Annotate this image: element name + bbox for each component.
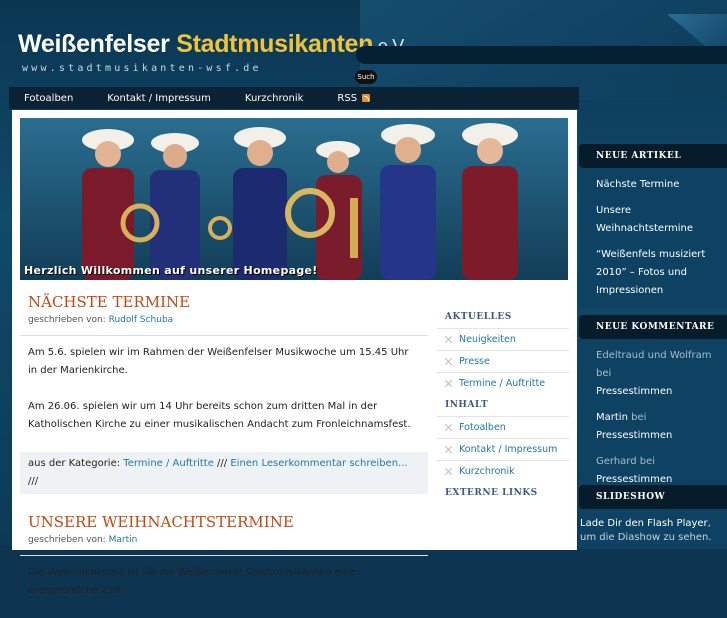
article-link[interactable]: Unsere Weihnachtstermine — [596, 202, 723, 238]
byline-label: geschrieben von: — [28, 535, 106, 545]
widget-body: Edeltraud und Wolfram bei Pressestimmen … — [579, 339, 727, 497]
category-link[interactable]: Termine / Auftritte — [123, 458, 214, 469]
widget-title: NEUE ARTIKEL — [579, 144, 727, 168]
nav-item-kontakt[interactable]: Kontakt / Impressum — [107, 93, 211, 104]
widget-body: Nächste Termine Unsere Weihnachtstermine… — [579, 168, 727, 308]
bullet-x-icon — [445, 468, 452, 475]
post-byline: geschrieben von: Martin — [20, 531, 428, 545]
post-paragraph: Am 26.06. spielen wir um 14 Uhr bereits … — [28, 401, 411, 430]
separator: /// — [28, 476, 39, 487]
comment-post-link[interactable]: Pressestimmen — [596, 427, 723, 445]
comment-author: Edeltraud und Wolfram — [596, 350, 712, 361]
sidebar-item: Neuigkeiten — [437, 328, 569, 350]
search-button[interactable]: Such — [355, 70, 377, 84]
post-byline: geschrieben von: Rudolf Schuba — [20, 311, 428, 325]
banner-caption: Herzlich Willkommen auf unserer Homepage… — [24, 264, 318, 277]
sidebar-link-kontakt[interactable]: Kontakt / Impressum — [459, 444, 557, 455]
widget-neue-kommentare: NEUE KOMMENTARE Edeltraud und Wolfram be… — [579, 315, 727, 497]
bullet-x-icon — [445, 424, 452, 431]
site-logo[interactable]: Weißenfelser Stadtmusikanten e.V. — [18, 30, 407, 59]
aktuelles-list: Neuigkeiten Presse Termine / Auftritte — [437, 328, 569, 394]
post-category-bar: aus der Kategorie: Termine / Auftritte /… — [20, 452, 428, 494]
comment-connector: bei — [639, 456, 656, 467]
comment-author[interactable]: Martin — [596, 412, 628, 423]
comment-link[interactable]: Einen Leserkommentar schreiben... — [230, 458, 407, 469]
sidebar-item: Fotoalben — [437, 416, 569, 438]
author-link[interactable]: Martin — [109, 535, 138, 545]
byline-label: geschrieben von: — [28, 315, 106, 325]
content-panel: Herzlich Willkommen auf unserer Homepage… — [12, 110, 577, 596]
sidebar-heading-externe-links: EXTERNE LINKS — [445, 488, 538, 498]
site-url: www.stadtmusikanten-wsf.de — [22, 63, 262, 74]
list-item: Unsere Weihnachtstermine — [596, 198, 723, 242]
bullet-x-icon — [445, 446, 452, 453]
post-title[interactable]: UNSERE WEIHNACHTSTERMINE — [20, 508, 428, 531]
list-item: Nächste Termine — [596, 172, 723, 198]
sidebar-link-kurzchronik[interactable]: Kurzchronik — [459, 466, 515, 477]
sidebar-link-termine[interactable]: Termine / Auftritte — [459, 378, 545, 389]
sidebar-heading-aktuelles: AKTUELLES — [445, 312, 512, 322]
comment-post-link[interactable]: Pressestimmen — [596, 383, 723, 401]
nav-item-kurzchronik[interactable]: Kurzchronik — [245, 93, 304, 104]
post: NÄCHSTE TERMINE geschrieben von: Rudolf … — [20, 288, 428, 494]
list-item: “Weißenfels musiziert 2010” – Fotos und … — [596, 242, 723, 304]
article-link[interactable]: Nächste Termine — [596, 176, 723, 194]
comment-connector: bei — [596, 368, 612, 379]
bullet-x-icon — [445, 336, 452, 343]
sidebar-link-fotoalben[interactable]: Fotoalben — [459, 422, 506, 433]
sidebar-link-presse[interactable]: Presse — [459, 356, 490, 367]
banner-image: Herzlich Willkommen auf unserer Homepage… — [20, 118, 568, 280]
post-paragraph: Die Weihnachtszeit ist für die Weißenfel… — [28, 567, 356, 596]
flash-player-link[interactable]: Lade Dir den Flash Player — [580, 518, 708, 529]
main-nav: Fotoalben Kontakt / Impressum Kurzchroni… — [9, 87, 579, 109]
widget-slideshow: SLIDESHOW Lade Dir den Flash Player, um … — [579, 485, 727, 549]
rss-icon — [362, 94, 371, 102]
logo-highlight: Stadtmusikanten — [176, 30, 374, 58]
nav-item-fotoalben[interactable]: Fotoalben — [24, 93, 73, 104]
sidebar-item: Kurzchronik — [437, 460, 569, 482]
bullet-x-icon — [445, 380, 452, 387]
widget-title: NEUE KOMMENTARE — [579, 315, 727, 339]
sidebar-item: Termine / Auftritte — [437, 372, 569, 394]
flash-notice: Lade Dir den Flash Player, um die Diasho… — [579, 509, 727, 549]
author-link[interactable]: Rudolf Schuba — [109, 315, 174, 325]
comment-author: Gerhard — [596, 456, 637, 467]
nav-item-rss[interactable]: RSS — [337, 92, 371, 104]
sidebar-heading-inhalt: INHALT — [445, 400, 489, 410]
comment-item: Edeltraud und Wolfram bei Pressestimmen — [596, 343, 723, 405]
comment-item: Martin bei Pressestimmen — [596, 405, 723, 449]
post-body: Die Weihnachtszeit ist für die Weißenfel… — [20, 556, 428, 600]
nav-rss-label: RSS — [337, 92, 358, 104]
inner-sidebar: AKTUELLES Neuigkeiten Presse Termine / A… — [437, 306, 569, 504]
widget-neue-artikel: NEUE ARTIKEL Nächste Termine Unsere Weih… — [579, 144, 727, 308]
article-link[interactable]: “Weißenfels musiziert 2010” – Fotos und … — [596, 246, 723, 300]
logo-prefix: Weißenfelser — [18, 30, 177, 58]
post: UNSERE WEIHNACHTSTERMINE geschrieben von… — [20, 508, 428, 600]
banner-musicians-illustration — [20, 118, 568, 280]
sidebar-item: Kontakt / Impressum — [437, 438, 569, 460]
search-input[interactable] — [358, 48, 712, 64]
sidebar-link-neuigkeiten[interactable]: Neuigkeiten — [459, 334, 516, 345]
inhalt-list: Fotoalben Kontakt / Impressum Kurzchroni… — [437, 416, 569, 482]
post-title[interactable]: NÄCHSTE TERMINE — [20, 288, 428, 311]
post-paragraph: Am 5.6. spielen wir im Rahmen der Weißen… — [28, 347, 409, 376]
widget-title: SLIDESHOW — [579, 485, 727, 509]
post-body: Am 5.6. spielen wir im Rahmen der Weißen… — [20, 336, 428, 434]
separator: /// — [217, 458, 228, 469]
comment-connector: bei — [631, 412, 647, 423]
bullet-x-icon — [445, 358, 452, 365]
post-list: NÄCHSTE TERMINE geschrieben von: Rudolf … — [20, 288, 428, 618]
sidebar-item: Presse — [437, 350, 569, 372]
category-label: aus der Kategorie: — [28, 458, 121, 469]
